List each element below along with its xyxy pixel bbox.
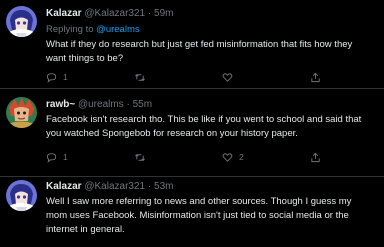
retweet-button[interactable] <box>134 150 152 164</box>
like-count: 2 <box>239 152 244 162</box>
tweet-text: Well I saw more referring to news and ot… <box>46 195 380 237</box>
separator: · <box>147 8 152 19</box>
kalazar-avatar-icon <box>6 6 37 37</box>
retweet-icon <box>135 153 145 161</box>
tweet-text-line: What if they do research but just get fe… <box>46 39 353 50</box>
timestamp[interactable]: 55m <box>133 99 152 110</box>
display-name[interactable]: Kalazar <box>46 8 82 19</box>
user-handle[interactable]: @urealms <box>78 99 124 110</box>
tweet-text: Facebook isn't research tho. This be lik… <box>46 113 380 141</box>
separator: · <box>147 181 152 192</box>
avatar[interactable] <box>6 6 37 37</box>
retweet-icon <box>135 73 145 81</box>
reply-count: 1 <box>63 152 68 162</box>
user-handle[interactable]: @Kalazar321 <box>84 8 145 19</box>
share-button[interactable] <box>310 150 321 164</box>
heart-icon <box>222 72 233 82</box>
tweet-text-line: Well I saw more referring to news and ot… <box>46 196 352 207</box>
tweet-actions: 1 2 <box>46 150 346 164</box>
avatar[interactable] <box>6 97 37 128</box>
tweet-text-line: mom uses Facebook. Misinformation isn't … <box>46 210 349 221</box>
separator: · <box>126 99 130 110</box>
rawb-avatar-icon <box>6 97 37 128</box>
timestamp[interactable]: 59m <box>154 8 173 19</box>
tweet-text-line: you watched Spongebob for research on yo… <box>46 128 298 139</box>
timestamp[interactable]: 53m <box>154 181 173 192</box>
like-button[interactable] <box>222 70 239 84</box>
retweet-button[interactable] <box>134 70 152 84</box>
tweet-text-line: internet in general. <box>46 224 125 235</box>
tweet-2[interactable]: rawb~ @urealms · 55m Facebook isn't rese… <box>0 89 384 176</box>
like-button[interactable]: 2 <box>222 150 244 164</box>
mention-link[interactable]: @urealms <box>96 24 139 35</box>
avatar[interactable] <box>6 180 37 211</box>
share-button[interactable] <box>310 70 321 84</box>
tweet-text: What if they do research but just get fe… <box>46 38 380 66</box>
tweet-header: Kalazar @Kalazar321 · 53m <box>46 181 173 193</box>
reply-button[interactable]: 1 <box>46 70 68 84</box>
reply-icon <box>46 72 57 83</box>
share-icon <box>311 72 320 82</box>
tweet-header: Kalazar @Kalazar321 · 59m <box>46 8 173 20</box>
share-icon <box>311 152 320 162</box>
replying-to: Replying to @urealms <box>46 24 140 36</box>
tweet-3[interactable]: Kalazar @Kalazar321 · 53m Well I saw mor… <box>0 177 384 247</box>
tweet-text-line: Facebook isn't research tho. This be lik… <box>46 114 362 125</box>
reply-button[interactable]: 1 <box>46 150 68 164</box>
kalazar-avatar-icon <box>6 180 37 211</box>
display-name[interactable]: Kalazar <box>46 181 82 192</box>
tweet-header: rawb~ @urealms · 55m <box>46 99 152 111</box>
tweet-1[interactable]: Kalazar @Kalazar321 · 59m Replying to @u… <box>0 0 384 88</box>
reply-icon <box>46 152 57 163</box>
replying-prefix: Replying to <box>46 24 97 35</box>
reply-count: 1 <box>63 72 68 82</box>
display-name[interactable]: rawb~ <box>46 99 75 110</box>
tweet-actions: 1 <box>46 70 346 84</box>
tweet-text-line: want things to be? <box>46 53 124 64</box>
heart-icon <box>222 152 233 162</box>
user-handle[interactable]: @Kalazar321 <box>84 181 145 192</box>
